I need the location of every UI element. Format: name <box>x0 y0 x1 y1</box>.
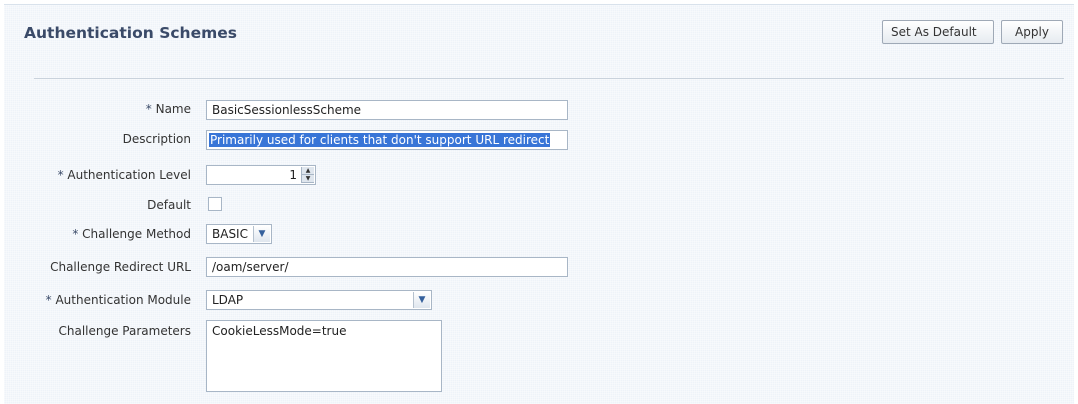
required-marker: * <box>45 293 52 307</box>
auth-level-value: 1 <box>289 168 297 182</box>
header-divider <box>34 78 1064 79</box>
auth-level-label-text: Authentication Level <box>67 168 191 182</box>
challenge-params-label: Challenge Parameters <box>58 324 192 338</box>
name-label-text: Name <box>155 102 191 116</box>
challenge-method-value: BASIC <box>212 227 248 241</box>
auth-module-value: LDAP <box>212 293 244 307</box>
set-as-default-button[interactable]: Set As Default <box>882 20 994 44</box>
challenge-redirect-url-label: Challenge Redirect URL <box>50 260 191 274</box>
description-input[interactable]: Primarily used for clients that don't su… <box>206 130 568 150</box>
required-marker: * <box>72 227 79 241</box>
auth-module-label: * Authentication Module <box>46 293 191 307</box>
auth-module-label-text: Authentication Module <box>55 293 191 307</box>
challenge-method-label: * Challenge Method <box>72 227 191 241</box>
page-title: Authentication Schemes <box>24 24 237 42</box>
name-label: * Name <box>146 102 191 116</box>
auth-scheme-panel: Authentication Schemes Set As Default Ap… <box>4 4 1074 404</box>
chevron-down-icon[interactable]: ▼ <box>253 226 270 242</box>
challenge-redirect-url-input[interactable]: /oam/server/ <box>206 257 568 277</box>
challenge-method-label-text: Challenge Method <box>82 227 191 241</box>
apply-button[interactable]: Apply <box>1001 20 1063 44</box>
default-label: Default <box>147 198 191 212</box>
required-marker: * <box>57 168 64 182</box>
auth-level-label: * Authentication Level <box>58 168 191 182</box>
chevron-down-icon[interactable]: ▼ <box>413 292 430 308</box>
challenge-method-select[interactable]: BASIC ▼ <box>206 224 272 244</box>
description-label: Description <box>122 132 191 146</box>
spinner-up-icon[interactable]: ▲ <box>302 167 314 175</box>
auth-level-spinner[interactable]: ▲ ▼ <box>301 167 314 183</box>
challenge-params-textarea[interactable]: CookieLessMode=true <box>206 320 442 392</box>
name-input[interactable]: BasicSessionlessScheme <box>206 100 568 120</box>
description-selected-text: Primarily used for clients that don't su… <box>209 133 551 147</box>
auth-module-select[interactable]: LDAP ▼ <box>206 290 432 310</box>
default-checkbox[interactable] <box>208 197 222 211</box>
auth-level-stepper[interactable]: 1 ▲ ▼ <box>206 165 316 185</box>
spinner-down-icon[interactable]: ▼ <box>302 175 314 183</box>
required-marker: * <box>145 102 152 116</box>
